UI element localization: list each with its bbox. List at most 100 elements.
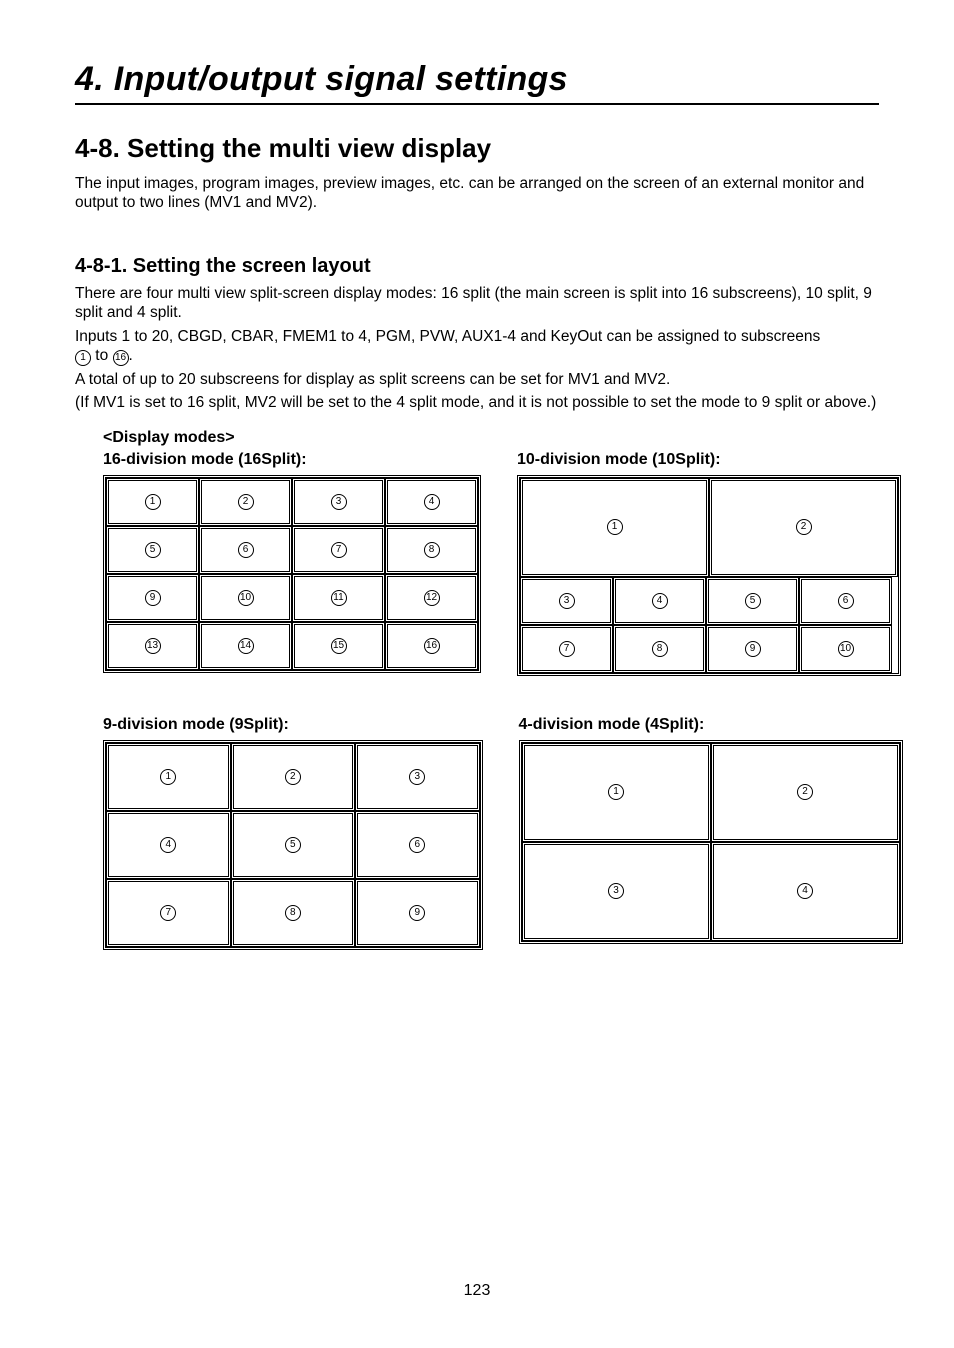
circle-number-icon: 1 bbox=[160, 769, 176, 785]
circle-number-icon: 5 bbox=[745, 593, 761, 609]
circle-number-icon: 9 bbox=[145, 590, 161, 606]
circle-number-icon: 9 bbox=[409, 905, 425, 921]
grid-cell: 1 bbox=[520, 478, 709, 577]
circle-number-icon: 1 bbox=[75, 350, 91, 366]
circle-number-icon: 6 bbox=[238, 542, 254, 558]
mode-16-col: 16-division mode (16Split): 1 2 3 4 5 6 … bbox=[103, 447, 481, 676]
circle-number-icon: 16 bbox=[113, 350, 129, 366]
circle-number-icon: 7 bbox=[160, 905, 176, 921]
grid-cell: 2 bbox=[199, 478, 292, 526]
mode-9-col: 9-division mode (9Split): 1 2 3 4 5 6 7 bbox=[103, 712, 483, 950]
subsection-para-2-text: Inputs 1 to 20, CBGD, CBAR, FMEM1 to 4, … bbox=[75, 328, 820, 345]
grid-cell: 6 bbox=[799, 577, 892, 625]
circle-number-icon: 10 bbox=[238, 590, 254, 606]
modes-row-2: 9-division mode (9Split): 1 2 3 4 5 6 7 bbox=[103, 712, 879, 950]
mode-16-label: 16-division mode (16Split): bbox=[103, 451, 481, 469]
page-number: 123 bbox=[0, 1282, 954, 1300]
grid-cell: 4 bbox=[711, 842, 900, 941]
circle-number-icon: 5 bbox=[145, 542, 161, 558]
grid-cell: 10 bbox=[199, 574, 292, 622]
grid-cell: 2 bbox=[711, 743, 900, 842]
grid-cell: 1 bbox=[106, 478, 199, 526]
circle-number-icon: 10 bbox=[838, 641, 854, 657]
circle-number-icon: 7 bbox=[559, 641, 575, 657]
grid-cell: 7 bbox=[106, 879, 231, 947]
modes-row-1: 16-division mode (16Split): 1 2 3 4 5 6 … bbox=[103, 447, 879, 676]
circle-number-icon: 3 bbox=[409, 769, 425, 785]
section-title: 4-8. Setting the multi view display bbox=[75, 133, 879, 164]
grid-cell: 5 bbox=[231, 811, 356, 879]
circle-number-icon: 13 bbox=[145, 638, 161, 654]
subsection-para-2-period: . bbox=[129, 347, 133, 364]
circle-number-icon: 2 bbox=[796, 519, 812, 535]
circle-number-icon: 4 bbox=[424, 494, 440, 510]
circle-number-icon: 1 bbox=[145, 494, 161, 510]
mode-16-grid: 1 2 3 4 5 6 7 8 9 10 11 bbox=[103, 475, 481, 673]
grid-cell: 10 bbox=[799, 625, 892, 673]
grid-cell: 14 bbox=[199, 622, 292, 670]
grid-cell: 5 bbox=[106, 526, 199, 574]
grid-cell: 1 bbox=[522, 743, 711, 842]
grid-cell: 6 bbox=[355, 811, 480, 879]
circle-number-icon: 4 bbox=[797, 883, 813, 899]
page: 4. Input/output signal settings 4-8. Set… bbox=[0, 0, 954, 1348]
grid-cell: 9 bbox=[706, 625, 799, 673]
subsection-title: 4-8-1. Setting the screen layout bbox=[75, 255, 879, 278]
circle-number-icon: 2 bbox=[285, 769, 301, 785]
chapter-title: 4. Input/output signal settings bbox=[75, 60, 879, 99]
circle-number-icon: 8 bbox=[285, 905, 301, 921]
grid-cell: 7 bbox=[292, 526, 385, 574]
circle-number-icon: 5 bbox=[285, 837, 301, 853]
mode-10-col: 10-division mode (10Split): 1 2 3 4 5 6 … bbox=[517, 447, 901, 676]
circle-number-icon: 15 bbox=[331, 638, 347, 654]
circle-number-icon: 4 bbox=[652, 593, 668, 609]
grid-cell: 13 bbox=[106, 622, 199, 670]
chapter-rule bbox=[75, 103, 879, 105]
display-modes-heading: <Display modes> bbox=[103, 429, 879, 447]
subsection-para-2-to: to bbox=[91, 347, 113, 364]
grid-cell: 4 bbox=[106, 811, 231, 879]
circle-number-icon: 3 bbox=[559, 593, 575, 609]
circle-number-icon: 7 bbox=[331, 542, 347, 558]
circle-number-icon: 8 bbox=[424, 542, 440, 558]
grid-cell: 3 bbox=[355, 743, 480, 811]
circle-number-icon: 3 bbox=[331, 494, 347, 510]
circle-number-icon: 9 bbox=[745, 641, 761, 657]
circle-number-icon: 3 bbox=[608, 883, 624, 899]
grid-cell: 4 bbox=[613, 577, 706, 625]
mode-4-label: 4-division mode (4Split): bbox=[519, 716, 903, 734]
circle-number-icon: 4 bbox=[160, 837, 176, 853]
grid-cell: 3 bbox=[292, 478, 385, 526]
section-paragraph: The input images, program images, previe… bbox=[75, 174, 879, 213]
mode-10-grid: 1 2 3 4 5 6 7 8 9 10 bbox=[517, 475, 901, 676]
subsection-para-4: (If MV1 is set to 16 split, MV2 will be … bbox=[75, 393, 879, 412]
mode-4-col: 4-division mode (4Split): 1 2 3 4 bbox=[519, 712, 903, 950]
grid-cell: 12 bbox=[385, 574, 478, 622]
circle-number-icon: 8 bbox=[652, 641, 668, 657]
grid-cell: 7 bbox=[520, 625, 613, 673]
grid-cell: 2 bbox=[709, 478, 898, 577]
circle-number-icon: 16 bbox=[424, 638, 440, 654]
grid-cell: 9 bbox=[106, 574, 199, 622]
grid-cell: 16 bbox=[385, 622, 478, 670]
grid-cell: 9 bbox=[355, 879, 480, 947]
circle-number-icon: 6 bbox=[838, 593, 854, 609]
grid-cell: 2 bbox=[231, 743, 356, 811]
mode-4-grid: 1 2 3 4 bbox=[519, 740, 903, 944]
grid-cell: 11 bbox=[292, 574, 385, 622]
subsection-paragraphs: There are four multi view split-screen d… bbox=[75, 284, 879, 413]
subsection-para-2: Inputs 1 to 20, CBGD, CBAR, FMEM1 to 4, … bbox=[75, 327, 879, 366]
grid-cell: 1 bbox=[106, 743, 231, 811]
grid-cell: 8 bbox=[385, 526, 478, 574]
circle-number-icon: 2 bbox=[797, 784, 813, 800]
grid-cell: 6 bbox=[199, 526, 292, 574]
grid-cell: 8 bbox=[613, 625, 706, 673]
grid-cell: 15 bbox=[292, 622, 385, 670]
circle-number-icon: 1 bbox=[608, 784, 624, 800]
grid-cell: 4 bbox=[385, 478, 478, 526]
mode-9-label: 9-division mode (9Split): bbox=[103, 716, 483, 734]
grid-cell: 3 bbox=[522, 842, 711, 941]
grid-cell: 3 bbox=[520, 577, 613, 625]
mode-10-label: 10-division mode (10Split): bbox=[517, 451, 901, 469]
circle-number-icon: 14 bbox=[238, 638, 254, 654]
